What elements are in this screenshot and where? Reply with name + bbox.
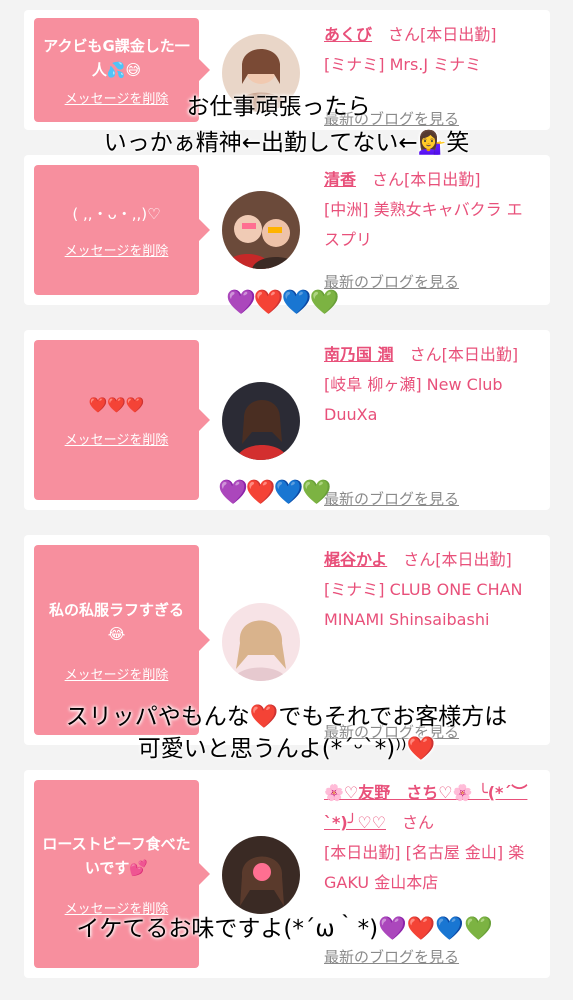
message-bubble: ❤️❤️❤️ メッセージを削除	[34, 340, 210, 500]
cast-status: さん	[402, 813, 435, 832]
delete-message-link[interactable]: メッセージを削除	[65, 429, 169, 448]
caption-2-line-2: 可愛いと思うんよ(*ˊᵕˋ*)⁾⁾❤️	[137, 736, 436, 762]
caption-1-line-2: いっかぁ精神←出勤してない←💁‍♀️笑	[103, 130, 470, 156]
cast-info: 清香 さん[本日出勤] [中洲] 美熟女キャバクラ エスプリ 最新のブログを見る	[324, 165, 536, 291]
message-bubble: ( ,,・ᴗ・,,)♡ メッセージを削除	[34, 165, 210, 295]
latest-blog-link[interactable]: 最新のブログを見る	[324, 267, 459, 297]
message-text: ローストビーフ食べたいです💕	[42, 834, 191, 877]
caption-2-line-1: スリッパやもんな❤️でもそれでお客様方は	[65, 704, 508, 730]
avatar[interactable]	[222, 836, 300, 914]
shop-name: [中洲] 美熟女キャバクラ エスプリ	[324, 200, 523, 249]
hearts-sticker-1: 💜❤️💙💚	[226, 288, 340, 316]
hearts-sticker-2: 💜❤️💙💚	[218, 478, 332, 506]
avatar[interactable]	[222, 382, 300, 460]
cast-status: さん[本日出勤]	[403, 550, 512, 569]
message-text: 私の私服ラフすぎる😂	[48, 600, 184, 643]
cast-info: 南乃国 潤 さん[本日出勤] [岐阜 柳ヶ瀬] New Club DuuXa 最…	[324, 340, 536, 508]
message-card-2: ( ,,・ᴗ・,,)♡ メッセージを削除 清香 さん[本日出勤] [中洲] 美熟…	[24, 155, 550, 305]
caption-1-line-1: お仕事頑張ったら	[186, 94, 371, 120]
cast-info: あくび さん[本日出勤] [ミナミ] Mrs.J ミナミ 最新のブログを見る	[324, 20, 536, 128]
delete-message-link[interactable]: メッセージを削除	[65, 664, 169, 683]
cast-status: さん[本日出勤]	[409, 345, 519, 364]
shop-name: [ミナミ] Mrs.J ミナミ	[324, 55, 482, 74]
avatar[interactable]	[222, 191, 300, 269]
delete-message-link[interactable]: メッセージを削除	[65, 240, 169, 259]
cast-name-link[interactable]: 清香	[324, 170, 356, 189]
latest-blog-link[interactable]: 最新のブログを見る	[324, 484, 459, 514]
latest-blog-link[interactable]: 最新のブログを見る	[324, 942, 459, 972]
shop-name: [ミナミ] CLUB ONE CHAN MINAMI Shinsaibashi	[324, 580, 523, 629]
cast-info: 🌸♡友野 さち♡🌸 ╰(*´︶`*)╯♡♡ さん [本日出勤] [名古屋 金山]…	[324, 778, 536, 966]
shop-name: [岐阜 柳ヶ瀬] New Club DuuXa	[324, 375, 503, 424]
caption-3: イケてるお味ですよ(*´ω｀*)💜❤️💙💚	[76, 916, 493, 942]
cast-info: 梶谷かよ さん[本日出勤] [ミナミ] CLUB ONE CHAN MINAMI…	[324, 545, 536, 741]
cast-status: さん[本日出勤]	[388, 25, 497, 44]
message-card-5: ローストビーフ食べたいです💕 メッセージを削除 🌸♡友野 さち♡🌸 ╰(*´︶`…	[24, 770, 550, 978]
cast-name-link[interactable]: あくび	[324, 25, 372, 44]
cast-name-link[interactable]: 梶谷かよ	[324, 550, 387, 569]
cast-name-link[interactable]: 南乃国 潤	[324, 345, 394, 364]
avatar[interactable]	[222, 603, 300, 681]
message-text: ( ,,・ᴗ・,,)♡	[72, 204, 161, 223]
cast-status: さん[本日出勤]	[372, 170, 481, 189]
message-text: ❤️❤️❤️	[88, 395, 145, 414]
message-text: アクビもG課金した一人💦😅	[43, 36, 190, 79]
shop-name: [本日出勤] [名古屋 金山] 楽GAKU 金山本店	[324, 843, 525, 892]
